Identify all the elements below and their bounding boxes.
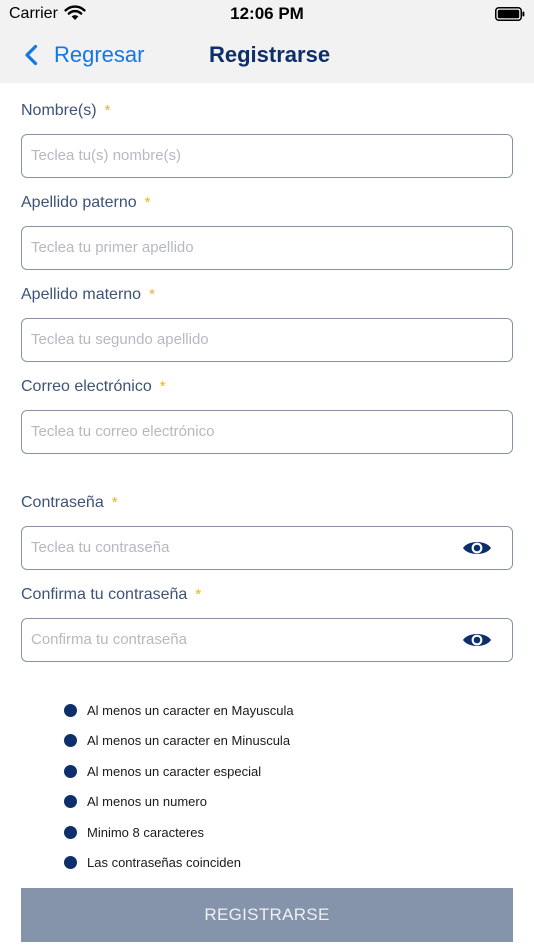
confirm-password-label: Confirma tu contraseña * xyxy=(21,586,202,603)
first-name-input[interactable] xyxy=(31,135,456,176)
page-title: Registrarse xyxy=(209,42,331,67)
confirm-password-field-box xyxy=(21,618,513,662)
rule-status-dot xyxy=(64,795,77,809)
password-rule: Al menos un numero xyxy=(64,787,294,818)
back-button[interactable]: Regresar xyxy=(24,40,144,70)
password-rule: Las contraseñas coinciden xyxy=(64,848,294,879)
rule-text: Las contraseñas coinciden xyxy=(87,855,241,871)
navigation-bar: Regresar Registrarse xyxy=(0,28,534,83)
email-label: Correo electrónico * xyxy=(21,378,166,395)
email-field-box xyxy=(21,410,513,454)
status-bar: Carrier 12:06 PM xyxy=(0,0,534,28)
required-star: * xyxy=(159,378,166,395)
first-name-field-box xyxy=(21,134,513,178)
chevron-left-icon xyxy=(25,44,38,66)
password-field-box xyxy=(21,526,513,570)
maternal-surname-input[interactable] xyxy=(31,319,456,360)
required-star: * xyxy=(195,586,202,603)
battery-icon xyxy=(495,7,525,21)
required-star: * xyxy=(111,494,118,511)
email-input[interactable] xyxy=(31,411,456,452)
required-star: * xyxy=(104,102,111,119)
rule-status-dot xyxy=(64,764,77,778)
back-label: Regresar xyxy=(54,42,145,67)
rule-text: Al menos un caracter especial xyxy=(87,763,262,779)
paternal-surname-field-box xyxy=(21,226,513,270)
required-star: * xyxy=(149,286,155,303)
rule-status-dot xyxy=(64,856,77,870)
rule-text: Al menos un numero xyxy=(87,794,207,810)
rule-status-dot xyxy=(64,825,77,839)
required-star: * xyxy=(144,194,151,211)
rule-text: Al menos un caracter en Minuscula xyxy=(87,733,291,749)
rule-text: Minimo 8 caracteres xyxy=(87,824,205,840)
password-input[interactable] xyxy=(31,527,456,568)
maternal-surname-label: Apellido materno * xyxy=(21,286,155,303)
paternal-surname-label: Apellido paterno * xyxy=(21,194,151,211)
password-rule: Al menos un caracter en Mayuscula xyxy=(64,695,294,726)
password-rule: Al menos un caracter especial xyxy=(64,756,294,787)
rule-text: Al menos un caracter en Mayuscula xyxy=(87,702,294,718)
password-label: Contraseña * xyxy=(21,494,118,511)
rule-status-dot xyxy=(64,703,77,717)
maternal-surname-field-box xyxy=(21,318,513,362)
password-rules-list: Al menos un caracter en Mayuscula Al men… xyxy=(64,695,294,878)
eye-icon[interactable] xyxy=(462,630,492,650)
register-button[interactable]: REGISTRARSE xyxy=(21,888,513,942)
password-rule: Minimo 8 caracteres xyxy=(64,817,294,848)
rule-status-dot xyxy=(64,734,77,748)
clock: 12:06 PM xyxy=(230,4,304,23)
eye-icon[interactable] xyxy=(462,538,492,558)
first-name-label: Nombre(s) * xyxy=(21,102,111,119)
confirm-password-input[interactable] xyxy=(31,619,456,660)
password-rule: Al menos un caracter en Minuscula xyxy=(64,726,294,757)
paternal-surname-input[interactable] xyxy=(31,227,456,268)
